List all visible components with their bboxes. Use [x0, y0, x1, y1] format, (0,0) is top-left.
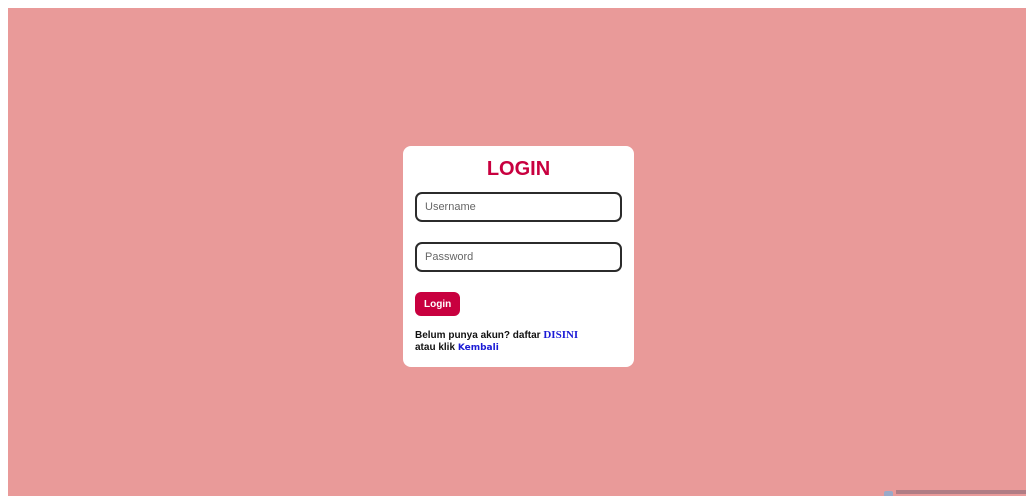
login-title: LOGIN [486, 158, 551, 180]
signup-link[interactable]: DISINI [543, 329, 578, 341]
back-link[interactable]: Kembali [458, 343, 499, 353]
overlay-text-fragment [896, 490, 1026, 494]
username-input[interactable] [415, 192, 622, 222]
back-prefix: atau klik [415, 342, 458, 353]
login-card: LOGIN Login Belum punya akun? daftar DIS… [403, 146, 634, 367]
overlay-icon [884, 491, 893, 496]
signup-helper-text: Belum punya akun? daftar DISINI atau kli… [415, 329, 622, 354]
login-button[interactable]: Login [415, 292, 461, 316]
corner-overlay [884, 490, 1026, 496]
password-input[interactable] [415, 242, 622, 272]
signup-prefix: Belum punya akun? daftar [415, 330, 544, 341]
